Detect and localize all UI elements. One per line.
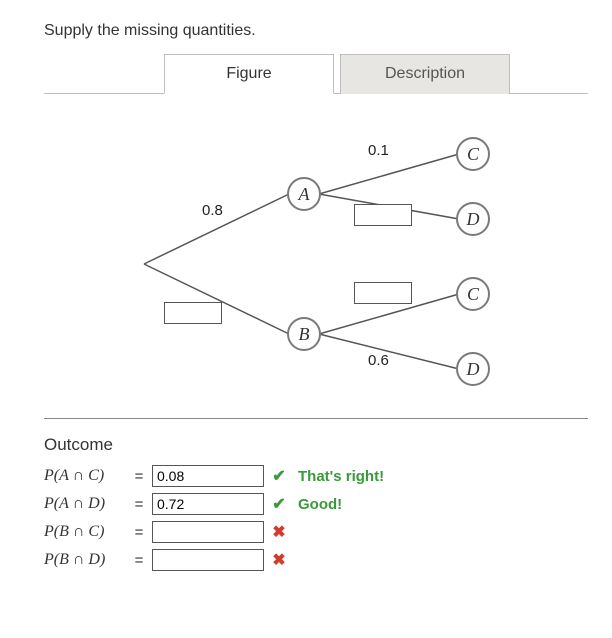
edge-input-b-c[interactable] bbox=[354, 282, 412, 304]
node-a: A bbox=[287, 177, 321, 211]
equals-sign: = bbox=[132, 524, 146, 541]
outcome-row: P(B ∩ D) = ✖ bbox=[44, 549, 588, 571]
cross-icon: ✖ bbox=[270, 522, 288, 542]
node-d-bottom: D bbox=[456, 352, 490, 386]
edge-label-root-a: 0.8 bbox=[202, 202, 223, 219]
tree-edges bbox=[44, 124, 584, 404]
edge-label-a-c: 0.1 bbox=[368, 142, 389, 159]
tree-figure: A B C D C D 0.8 0.1 0.6 bbox=[44, 124, 588, 404]
divider bbox=[44, 418, 588, 419]
outcome-heading: Outcome bbox=[44, 435, 588, 455]
edge-label-b-d: 0.6 bbox=[368, 352, 389, 369]
tab-figure[interactable]: Figure bbox=[164, 54, 334, 94]
node-c-bottom: C bbox=[456, 277, 490, 311]
feedback-text: That's right! bbox=[298, 468, 384, 485]
answer-input-bd[interactable] bbox=[152, 549, 264, 571]
outcome-label: P(A ∩ C) bbox=[44, 467, 126, 485]
tab-bar: Figure Description bbox=[164, 54, 588, 94]
outcome-label: P(B ∩ C) bbox=[44, 523, 126, 541]
equals-sign: = bbox=[132, 468, 146, 485]
feedback-text: Good! bbox=[298, 496, 342, 513]
answer-input-ac[interactable] bbox=[152, 465, 264, 487]
outcome-row: P(B ∩ C) = ✖ bbox=[44, 521, 588, 543]
edge-input-root-b[interactable] bbox=[164, 302, 222, 324]
answer-input-ad[interactable] bbox=[152, 493, 264, 515]
instruction-text: Supply the missing quantities. bbox=[44, 22, 588, 40]
node-d-top: D bbox=[456, 202, 490, 236]
outcome-row: P(A ∩ C) = ✔ That's right! bbox=[44, 465, 588, 487]
node-b: B bbox=[287, 317, 321, 351]
check-icon: ✔ bbox=[270, 466, 288, 486]
edge-input-a-d[interactable] bbox=[354, 204, 412, 226]
check-icon: ✔ bbox=[270, 494, 288, 514]
tab-description[interactable]: Description bbox=[340, 54, 510, 94]
outcome-row: P(A ∩ D) = ✔ Good! bbox=[44, 493, 588, 515]
node-c-top: C bbox=[456, 137, 490, 171]
cross-icon: ✖ bbox=[270, 550, 288, 570]
answer-input-bc[interactable] bbox=[152, 521, 264, 543]
outcome-label: P(A ∩ D) bbox=[44, 495, 126, 513]
outcome-label: P(B ∩ D) bbox=[44, 551, 126, 569]
equals-sign: = bbox=[132, 496, 146, 513]
equals-sign: = bbox=[132, 552, 146, 569]
